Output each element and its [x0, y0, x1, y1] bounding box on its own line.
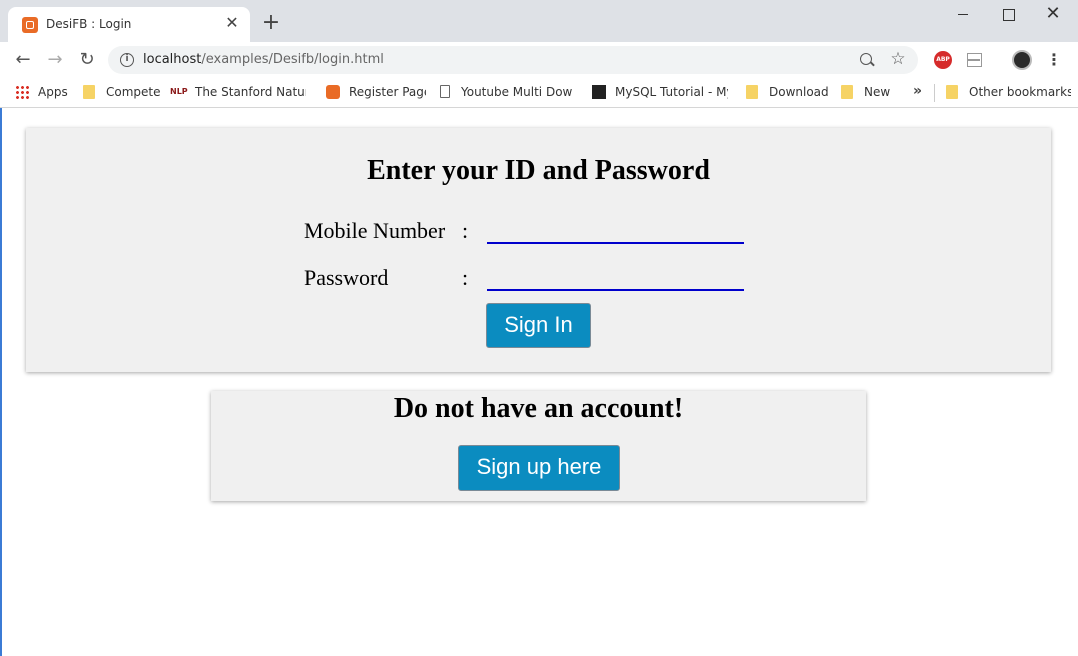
profile-avatar-icon[interactable]: [1012, 50, 1032, 70]
bookmarks-divider: [934, 84, 935, 102]
bookmark-new[interactable]: New: [841, 84, 895, 102]
mobile-colon: :: [462, 218, 469, 243]
password-label: Password: [304, 265, 389, 290]
bookmark-other-bookmarks[interactable]: Other bookmarks: [946, 84, 1071, 102]
page-icon: [440, 85, 450, 98]
password-input[interactable]: [487, 265, 744, 291]
folder-icon: [746, 85, 758, 99]
bookmark-label: Compete: [106, 85, 161, 99]
bookmark-apps[interactable]: Apps: [15, 84, 75, 102]
bookmarks-bar: Apps Compete NLP The Stanford Natural Re…: [0, 78, 1078, 108]
apps-icon: [15, 85, 29, 99]
sign-up-button[interactable]: Sign up here: [458, 445, 620, 491]
bookmark-label: Other bookmarks: [969, 85, 1071, 99]
url-text[interactable]: localhost/examples/Desifb/login.html: [143, 52, 384, 67]
window-edge: [0, 108, 2, 656]
folder-icon: [946, 85, 958, 99]
bookmark-label: New: [864, 85, 891, 99]
tab-title: DesiFB : Login: [46, 17, 132, 31]
bookmark-download[interactable]: Download: [746, 84, 828, 102]
new-tab-button[interactable]: +: [260, 12, 282, 34]
bookmarks-overflow-button[interactable]: »: [913, 83, 922, 99]
bookmark-stanford-nlp[interactable]: NLP The Stanford Natural: [170, 84, 306, 102]
close-window-button[interactable]: ✕: [1030, 0, 1076, 30]
browser-toolbar: ← → ↻ i localhost/examples/Desifb/login.…: [0, 42, 1078, 78]
zoom-icon[interactable]: [858, 51, 876, 69]
extension-icon[interactable]: [967, 53, 982, 67]
bookmark-label: Download: [769, 85, 828, 99]
browser-menu-icon[interactable]: ⋮: [1046, 50, 1062, 70]
folder-icon: [83, 85, 95, 99]
bookmark-label: Apps: [38, 85, 68, 99]
tab-active[interactable]: DesiFB : Login ✕: [8, 7, 250, 42]
bookmark-label: The Stanford Natural: [195, 85, 306, 99]
terminal-icon: [592, 85, 606, 99]
mobile-number-input[interactable]: [487, 218, 744, 244]
url-path: /examples/Desifb/login.html: [201, 52, 384, 67]
xampp-icon: [326, 85, 340, 99]
maximize-window-button[interactable]: [985, 0, 1031, 30]
bookmark-label: Youtube Multi Downl: [461, 85, 572, 99]
bookmark-star-icon[interactable]: ☆: [888, 49, 908, 69]
login-title: Enter your ID and Password: [367, 155, 710, 186]
reload-button[interactable]: ↻: [77, 50, 97, 70]
sign-in-button[interactable]: Sign In: [486, 303, 591, 348]
mobile-number-label: Mobile Number: [304, 218, 446, 243]
info-icon[interactable]: i: [120, 53, 134, 67]
bookmark-compete[interactable]: Compete: [83, 84, 163, 102]
folder-icon: [841, 85, 853, 99]
login-card: Enter your ID and Password Mobile Number…: [26, 128, 1051, 372]
xampp-favicon-icon: [22, 17, 38, 33]
nlp-icon: NLP: [170, 87, 188, 96]
tab-strip: DesiFB : Login ✕ + ✕: [0, 0, 1078, 42]
close-tab-icon[interactable]: ✕: [224, 15, 240, 31]
bookmark-register-page[interactable]: Register Page: [326, 84, 426, 102]
forward-button[interactable]: →: [45, 50, 65, 70]
adblock-plus-icon[interactable]: ABP: [934, 51, 952, 69]
bookmark-label: Register Page: [349, 85, 426, 99]
minimize-window-button[interactable]: [940, 0, 986, 30]
signup-card: Do not have an account! Sign up here: [211, 391, 866, 501]
bookmark-label: MySQL Tutorial - My: [615, 85, 728, 99]
url-host: localhost: [143, 52, 202, 67]
address-bar[interactable]: i localhost/examples/Desifb/login.html ☆: [108, 46, 918, 74]
bookmark-mysql-tutorial[interactable]: MySQL Tutorial - My: [592, 84, 728, 102]
back-button[interactable]: ←: [13, 50, 33, 70]
password-colon: :: [462, 265, 469, 290]
bookmark-youtube-downloader[interactable]: Youtube Multi Downl: [440, 84, 572, 102]
signup-title: Do not have an account!: [393, 393, 684, 424]
